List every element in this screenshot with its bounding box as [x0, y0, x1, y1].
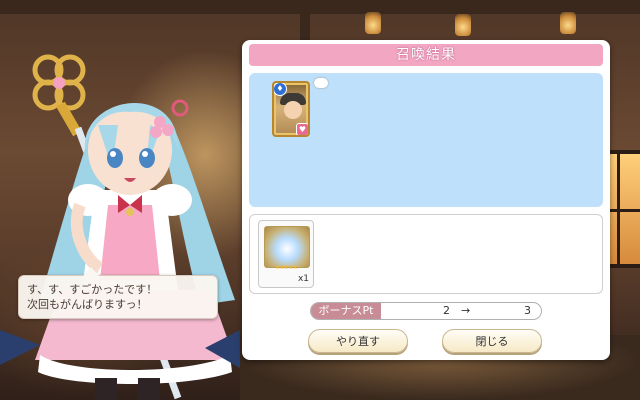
lantern-icon	[455, 14, 471, 36]
bonus-pt-bar: ボーナスPt 2 → 3	[310, 302, 542, 320]
panel-title: 召喚結果	[249, 44, 603, 66]
bonus-pt-from: 2	[443, 304, 450, 317]
character-face	[284, 101, 302, 119]
water-attribute-icon: ♦	[274, 83, 287, 96]
lantern-icon	[365, 12, 381, 34]
crystal-item-icon	[264, 226, 310, 268]
arrow-right-icon: →	[461, 304, 471, 317]
close-button[interactable]: 閉じる	[442, 329, 542, 353]
dialogue-line-1: す、す、すごかったです！	[27, 283, 158, 296]
summon-result-panel: 召喚結果 ♦ ♥ ★★★★★ x1 ボーナスPt 2 → 3 やり直す 閉じる	[242, 40, 610, 360]
item-count: x1	[297, 274, 309, 284]
dialogue-line-2: 次回もがんばりますっ！	[27, 298, 148, 311]
character-illustration	[0, 54, 240, 400]
result-card[interactable]: ♦ ♥	[272, 81, 310, 137]
lantern-icon	[560, 12, 576, 34]
bonus-pt-to: 3	[524, 304, 531, 317]
bonus-item[interactable]: ★★★★★ x1	[258, 220, 314, 288]
new-badge-icon	[314, 78, 328, 88]
dialogue-box: す、す、すごかったです！ 次回もがんばりますっ！	[18, 267, 218, 319]
retry-button[interactable]: やり直す	[308, 329, 408, 353]
bonus-pt-label: ボーナスPt	[311, 303, 381, 319]
item-rarity-stars: ★★★★★	[275, 264, 298, 271]
ceiling-post	[300, 0, 310, 40]
heart-icon: ♥	[296, 123, 308, 135]
